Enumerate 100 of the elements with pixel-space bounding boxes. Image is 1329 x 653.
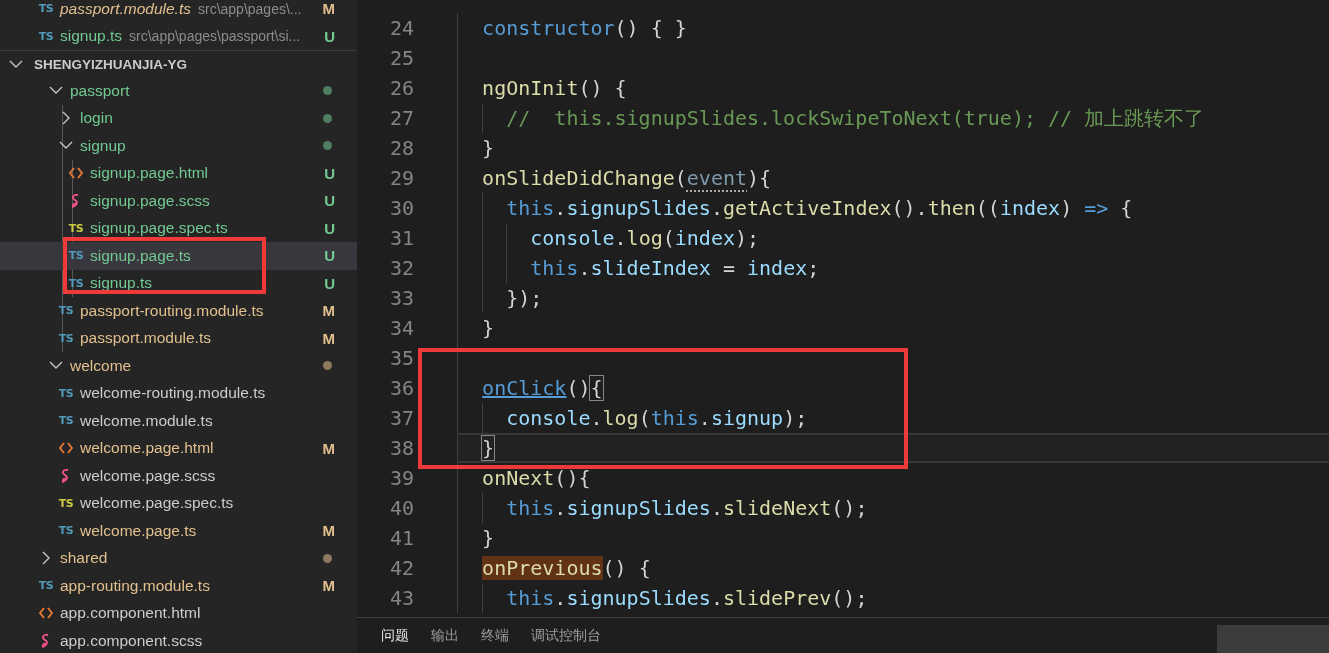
chevron-down-icon[interactable] (49, 361, 63, 371)
code-line: console.log(this.signup); (505, 406, 808, 430)
file-item[interactable]: welcome.page.html M (0, 434, 357, 462)
code-line: } (481, 316, 495, 340)
file-name: welcome.page.spec.ts (80, 494, 234, 513)
file-name: signup.ts (60, 27, 123, 46)
chevron-down-icon[interactable] (59, 141, 73, 151)
folder-name: signup (80, 136, 126, 155)
line-number: 41 (388, 526, 415, 550)
file-item[interactable]: TS welcome.page.ts M (0, 517, 357, 545)
code-line: constructor() { } (481, 16, 687, 40)
file-name: welcome-routing.module.ts (80, 384, 266, 403)
file-name: signup.page.html (90, 164, 209, 183)
folder-name: passport (70, 81, 130, 100)
file-item[interactable]: TS welcome.module.ts (0, 407, 357, 435)
folder-name: login (80, 109, 113, 128)
file-path: src\app\pages\passport\si... (129, 28, 301, 45)
file-name: welcome.module.ts (80, 411, 213, 430)
chevron-down-icon[interactable] (49, 86, 63, 96)
line-number: 42 (388, 556, 415, 580)
status-dot (323, 361, 332, 371)
chevron-down-icon[interactable] (9, 59, 23, 69)
file-name: welcome.page.html (80, 439, 214, 458)
code-line: ngOnInit() { (481, 76, 627, 100)
file-item[interactable]: TS passport.module.ts M (0, 324, 357, 352)
file-item[interactable]: app.component.scss (0, 627, 357, 653)
panel-tab[interactable]: 输出 (431, 626, 459, 645)
code-brackets-icon (69, 167, 83, 180)
ts-file-icon: TS (38, 2, 54, 16)
code-line: this.signupSlides.slideNext(); (505, 496, 868, 520)
git-status: U (324, 274, 335, 292)
line-number: 35 (388, 346, 415, 370)
line-number: 39 (388, 466, 415, 490)
file-item[interactable]: signup.page.html U (0, 159, 357, 187)
file-item[interactable]: TS welcome-routing.module.ts (0, 379, 357, 407)
line-number: 37 (388, 406, 415, 430)
folder-item[interactable]: login (0, 104, 357, 132)
line-number: 36 (388, 376, 415, 400)
folder-name: shared (60, 549, 108, 568)
ts-file-icon: TS (68, 221, 84, 235)
folder-item[interactable]: shared (0, 544, 357, 572)
git-status: M (322, 0, 335, 18)
ts-file-icon: TS (58, 304, 74, 318)
file-name: passport.module.ts (80, 329, 211, 348)
file-item[interactable]: TS signup.page.spec.ts U (0, 214, 357, 242)
folder-item[interactable]: signup (0, 132, 357, 160)
file-name: app-routing.module.ts (60, 576, 210, 595)
status-dot (323, 141, 332, 151)
code-line: onNext(){ (481, 466, 591, 490)
workspace-title[interactable]: SHENGYIZHUANJIA-YG (34, 56, 187, 72)
code-brackets-icon (39, 607, 53, 620)
line-number: 27 (388, 106, 415, 130)
file-name: signup.ts (90, 274, 153, 293)
open-editor-item[interactable]: TS passport.module.ts src\app\pages\... M (0, 0, 357, 23)
file-name: passport-routing.module.ts (80, 301, 264, 320)
git-status: M (322, 522, 335, 540)
file-item[interactable]: TS signup.ts U (0, 269, 357, 297)
file-name: welcome.page.ts (80, 521, 197, 540)
panel-tab[interactable]: 调试控制台 (531, 626, 601, 645)
file-name: signup.page.scss (90, 191, 210, 210)
panel-tab[interactable]: 问题 (381, 626, 409, 645)
file-item[interactable]: TS signup.page.ts U (0, 242, 357, 270)
chevron-right-icon[interactable] (61, 111, 71, 126)
line-number: 30 (388, 196, 415, 220)
folder-name: welcome (70, 356, 132, 375)
folder-item[interactable]: passport (0, 77, 357, 105)
code-line: // this.signupSlides.lockSwipeToNext(true); // 加上跳转不了 (505, 104, 1205, 132)
code-line: } (481, 436, 495, 460)
status-dot (323, 86, 332, 96)
line-number: 43 (388, 586, 415, 610)
status-dot (323, 113, 332, 123)
file-name: app.component.html (60, 604, 201, 623)
file-item[interactable]: TS passport-routing.module.ts M (0, 297, 357, 325)
file-name: signup.page.spec.ts (90, 219, 228, 238)
file-item[interactable]: TS app-routing.module.ts M (0, 572, 357, 600)
panel-tab[interactable]: 终端 (481, 626, 509, 645)
git-status: M (322, 329, 335, 347)
git-status: M (322, 439, 335, 457)
file-item[interactable]: app.component.html (0, 599, 357, 627)
file-name: signup.page.ts (90, 246, 191, 265)
code-line: } (481, 136, 495, 160)
file-path: src\app\pages\... (197, 0, 302, 17)
code-line: onPrevious() { (481, 556, 651, 580)
line-number: 31 (388, 226, 415, 250)
ts-file-icon: TS (58, 414, 74, 428)
folder-item[interactable]: welcome (0, 352, 357, 380)
file-item[interactable]: TS welcome.page.spec.ts (0, 489, 357, 517)
ts-file-icon: TS (58, 524, 74, 538)
line-number: 38 (388, 436, 415, 460)
code-line: onSlideDidChange(event){ (481, 166, 772, 190)
ts-file-icon: TS (38, 579, 54, 593)
open-editor-item[interactable]: TS signup.ts src\app\pages\passport\si... U (0, 22, 357, 50)
line-number: 32 (388, 256, 415, 280)
ts-file-icon: TS (58, 386, 74, 400)
file-item[interactable]: signup.page.scss U (0, 187, 357, 215)
line-number: 28 (388, 136, 415, 160)
ts-file-icon: TS (68, 276, 84, 290)
file-item[interactable]: welcome.page.scss (0, 462, 357, 490)
chevron-right-icon[interactable] (41, 551, 51, 566)
git-status: U (324, 247, 335, 265)
